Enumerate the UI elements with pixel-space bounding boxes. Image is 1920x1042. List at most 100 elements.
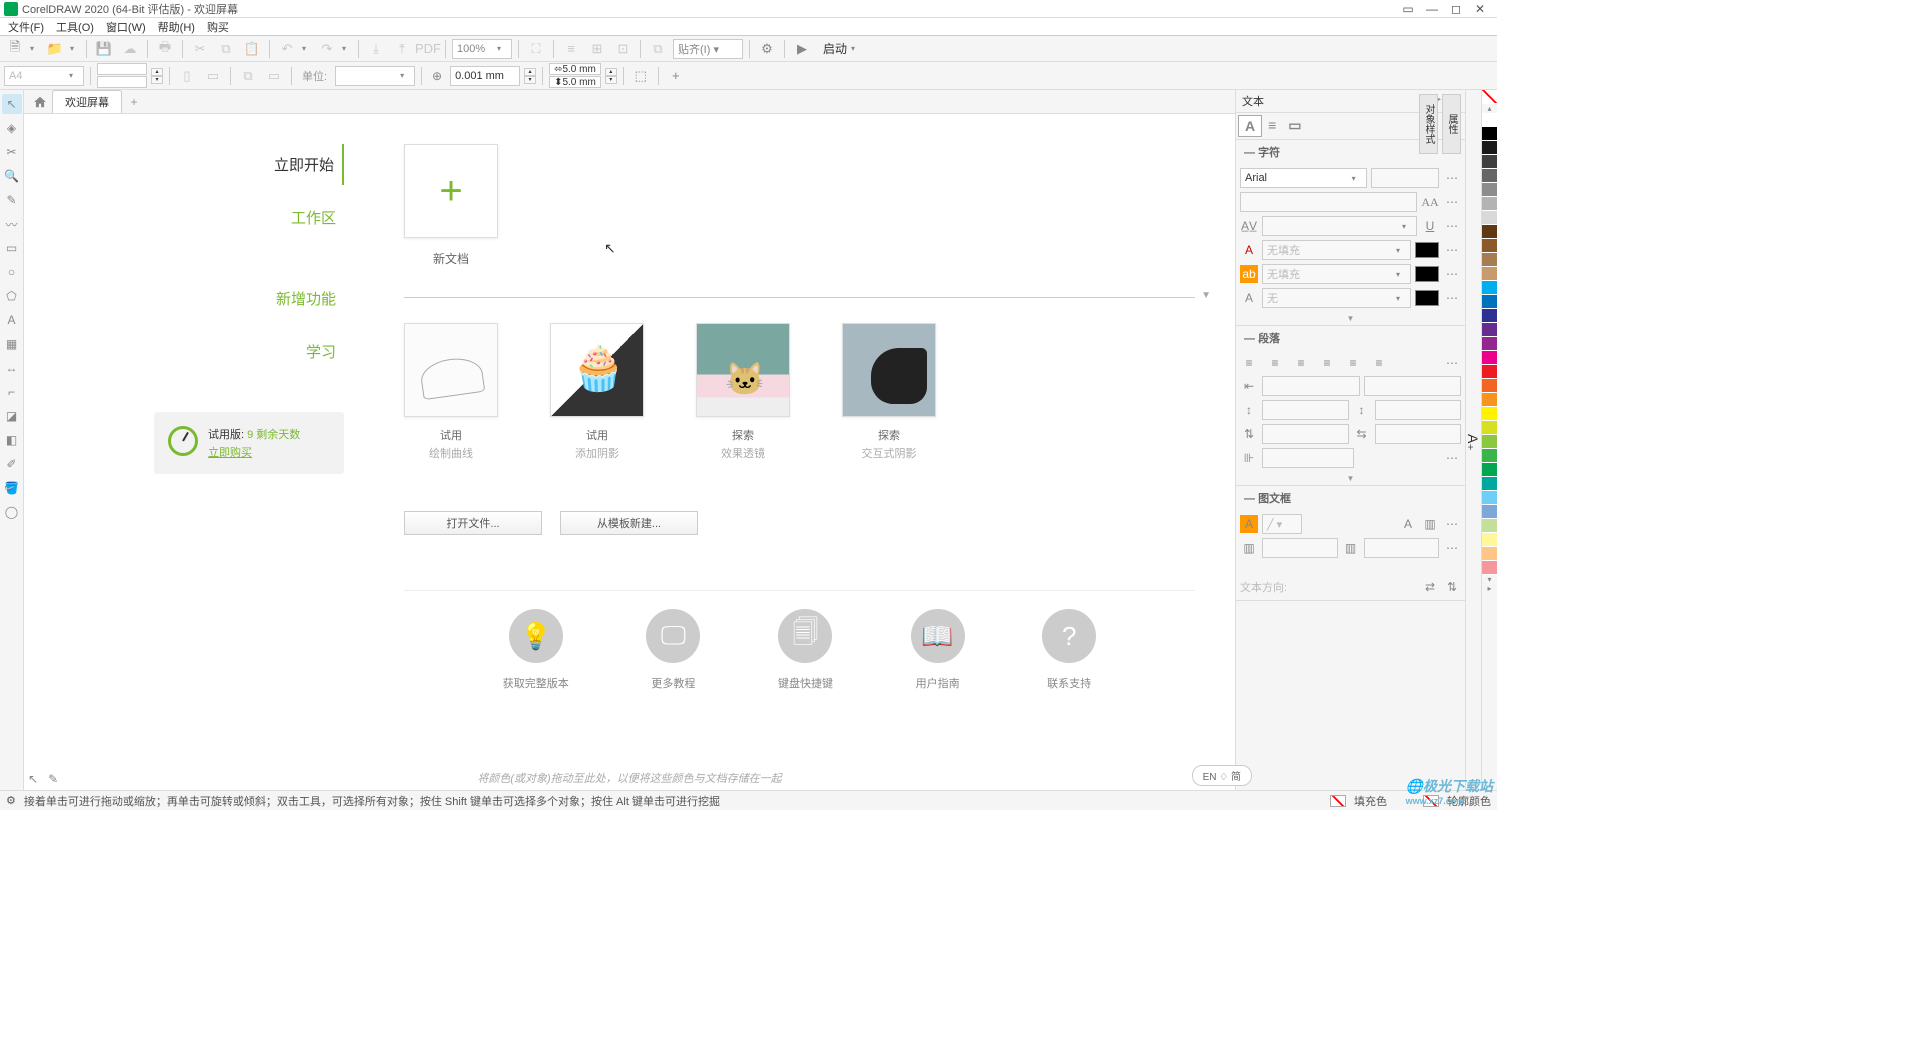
- palette-menu-icon[interactable]: ▸: [1482, 584, 1497, 593]
- polygon-tool-icon[interactable]: ⬠: [2, 286, 22, 306]
- color-swatch[interactable]: [1482, 225, 1497, 239]
- distribute-icon[interactable]: ⊞: [586, 38, 608, 60]
- color-swatch[interactable]: [1482, 547, 1497, 561]
- char-outline-swatch[interactable]: [1415, 290, 1439, 306]
- menu-help[interactable]: 帮助(H): [158, 19, 195, 35]
- outline-tool-icon[interactable]: ◯: [2, 502, 22, 522]
- frame-more2-icon[interactable]: ⋯: [1443, 539, 1461, 557]
- more2-icon[interactable]: ⋯: [1443, 217, 1461, 235]
- color-swatch[interactable]: [1482, 407, 1497, 421]
- nav-learn[interactable]: 学习: [154, 331, 344, 372]
- word-spacing[interactable]: [1262, 448, 1354, 468]
- dup-down-icon[interactable]: ▾: [605, 76, 617, 84]
- add-tab-icon[interactable]: +: [124, 92, 144, 112]
- collapse-paragraph-icon[interactable]: ▼: [1236, 472, 1465, 485]
- close-icon[interactable]: ✕: [1473, 2, 1487, 16]
- open-file-button[interactable]: 打开文件...: [404, 511, 542, 535]
- freehand-tool-icon[interactable]: ✎: [2, 190, 22, 210]
- landscape-icon[interactable]: ▭: [202, 65, 224, 87]
- link-shortcuts[interactable]: 🗐键盘快捷键: [778, 609, 833, 691]
- link-tutorials[interactable]: 🖵更多教程: [646, 609, 700, 691]
- color-swatch[interactable]: [1482, 239, 1497, 253]
- options-gear-icon[interactable]: ⚙: [6, 794, 16, 807]
- color-swatch[interactable]: [1482, 393, 1497, 407]
- font-opts-icon[interactable]: ⋯: [1443, 169, 1461, 187]
- all-pages-icon[interactable]: ⧉: [237, 65, 259, 87]
- char-fill-swatch[interactable]: [1415, 242, 1439, 258]
- page-height[interactable]: [97, 76, 147, 88]
- new-from-template-button[interactable]: 从模板新建...: [560, 511, 698, 535]
- menu-tools[interactable]: 工具(O): [56, 19, 94, 35]
- settings-a-icon[interactable]: AA: [1421, 193, 1439, 211]
- color-swatch[interactable]: [1482, 365, 1497, 379]
- indent-left[interactable]: [1262, 376, 1360, 396]
- space-after[interactable]: [1375, 400, 1462, 420]
- frame-a-icon[interactable]: A: [1399, 515, 1417, 533]
- link-full-version[interactable]: 💡获取完整版本: [503, 609, 569, 691]
- dup-x[interactable]: ⬄ 5.0 mm: [549, 63, 601, 75]
- rectangle-tool-icon[interactable]: ▭: [2, 238, 22, 258]
- more3-icon[interactable]: ⋯: [1443, 241, 1461, 259]
- char-outline[interactable]: 无▾: [1262, 288, 1411, 308]
- color-swatch[interactable]: [1482, 533, 1497, 547]
- undo-drop-icon[interactable]: ▾: [302, 44, 312, 53]
- kerning-value[interactable]: ▾: [1262, 216, 1417, 236]
- frame-col-icon[interactable]: ▥: [1421, 515, 1439, 533]
- ttb-icon[interactable]: ⇅: [1443, 578, 1461, 596]
- options-icon[interactable]: ⚙: [756, 38, 778, 60]
- char-fill[interactable]: 无填充▾: [1262, 240, 1411, 260]
- color-swatch[interactable]: [1482, 491, 1497, 505]
- font-family-select[interactable]: Arial▾: [1240, 168, 1367, 188]
- save-icon[interactable]: 💾: [93, 38, 115, 60]
- column-count[interactable]: [1262, 538, 1338, 558]
- color-swatch[interactable]: [1482, 155, 1497, 169]
- template-card[interactable]: 试用 绘制曲线: [404, 323, 498, 461]
- snap-icon[interactable]: ⧉: [647, 38, 669, 60]
- font-size[interactable]: [1371, 168, 1439, 188]
- color-swatch[interactable]: [1482, 351, 1497, 365]
- nav-whatsnew[interactable]: 新增功能: [154, 278, 344, 319]
- color-swatch[interactable]: [1482, 421, 1497, 435]
- new-document-card[interactable]: +: [404, 144, 498, 238]
- minimize-icon[interactable]: —: [1425, 2, 1439, 16]
- align-full-icon[interactable]: ≡: [1344, 354, 1362, 372]
- palette-down-icon[interactable]: ▾: [1482, 575, 1497, 584]
- pick-tool-icon[interactable]: ↖: [2, 94, 22, 114]
- color-swatch[interactable]: [1482, 197, 1497, 211]
- no-fill-icon[interactable]: [1330, 795, 1346, 807]
- tab-character-icon[interactable]: A: [1238, 115, 1262, 137]
- page-size-select[interactable]: A4▾: [4, 66, 84, 86]
- export-icon[interactable]: ⤒: [391, 38, 413, 60]
- color-swatch[interactable]: [1482, 379, 1497, 393]
- link-support[interactable]: ?联系支持: [1042, 609, 1096, 691]
- para-more-icon[interactable]: ⋯: [1443, 354, 1461, 372]
- color-swatch[interactable]: [1482, 127, 1497, 141]
- font-style[interactable]: [1240, 192, 1417, 212]
- char-bg-fill[interactable]: 无填充▾: [1262, 264, 1411, 284]
- dimension-tool-icon[interactable]: ↔: [2, 358, 22, 378]
- line-spacing[interactable]: [1262, 424, 1349, 444]
- import-icon[interactable]: ⤓: [365, 38, 387, 60]
- copy-icon[interactable]: ⧉: [215, 38, 237, 60]
- buy-now-link[interactable]: 立即购买: [208, 444, 300, 460]
- color-swatch[interactable]: [1482, 519, 1497, 533]
- page-width[interactable]: [97, 63, 147, 75]
- snap-options[interactable]: 贴齐(I) ▾: [673, 39, 743, 59]
- zoom-tool-icon[interactable]: 🔍: [2, 166, 22, 186]
- nudge-distance[interactable]: 0.001 mm: [450, 66, 520, 86]
- menu-window[interactable]: 窗口(W): [106, 19, 146, 35]
- new-dropdown-icon[interactable]: ▾: [30, 44, 40, 53]
- underline-icon[interactable]: U: [1421, 217, 1439, 235]
- space-before[interactable]: [1262, 400, 1349, 420]
- nav-get-started[interactable]: 立即开始: [154, 144, 344, 185]
- color-swatch[interactable]: [1482, 183, 1497, 197]
- gutter-width[interactable]: [1364, 538, 1440, 558]
- table-tool-icon[interactable]: ▦: [2, 334, 22, 354]
- color-swatch[interactable]: [1482, 141, 1497, 155]
- palette-up-icon[interactable]: ▴: [1482, 104, 1497, 113]
- color-swatch[interactable]: [1482, 449, 1497, 463]
- nudge-down-icon[interactable]: ▾: [524, 76, 536, 84]
- color-swatch[interactable]: [1482, 463, 1497, 477]
- open-icon[interactable]: 📁: [44, 38, 66, 60]
- color-swatch[interactable]: [1482, 505, 1497, 519]
